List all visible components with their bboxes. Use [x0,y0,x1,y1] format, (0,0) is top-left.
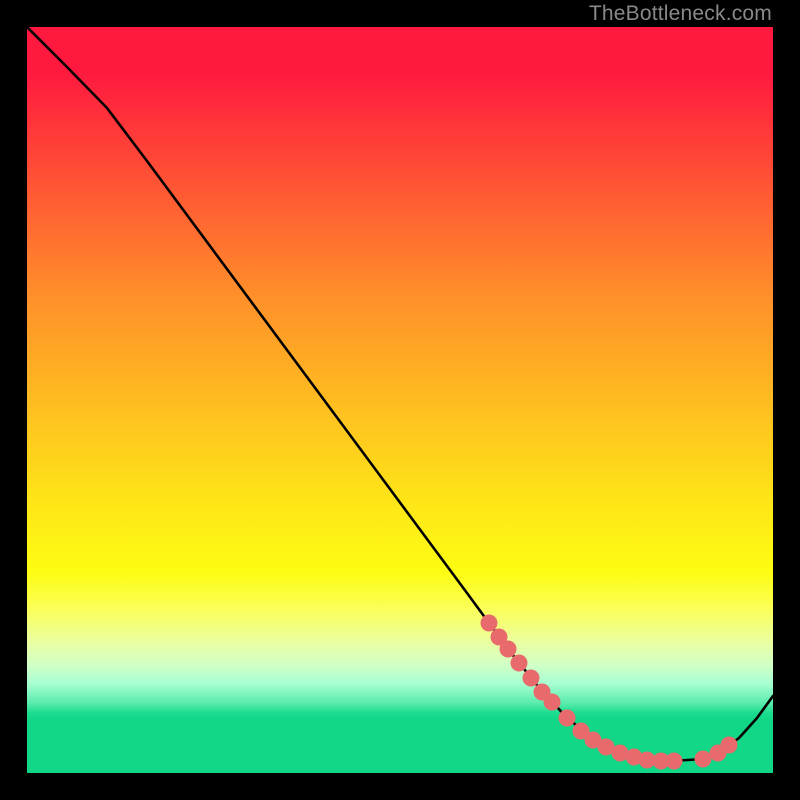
plot-area [27,27,773,773]
gradient-background [27,27,773,773]
chart-container: TheBottleneck.com [0,0,800,800]
attribution-label: TheBottleneck.com [589,2,772,26]
